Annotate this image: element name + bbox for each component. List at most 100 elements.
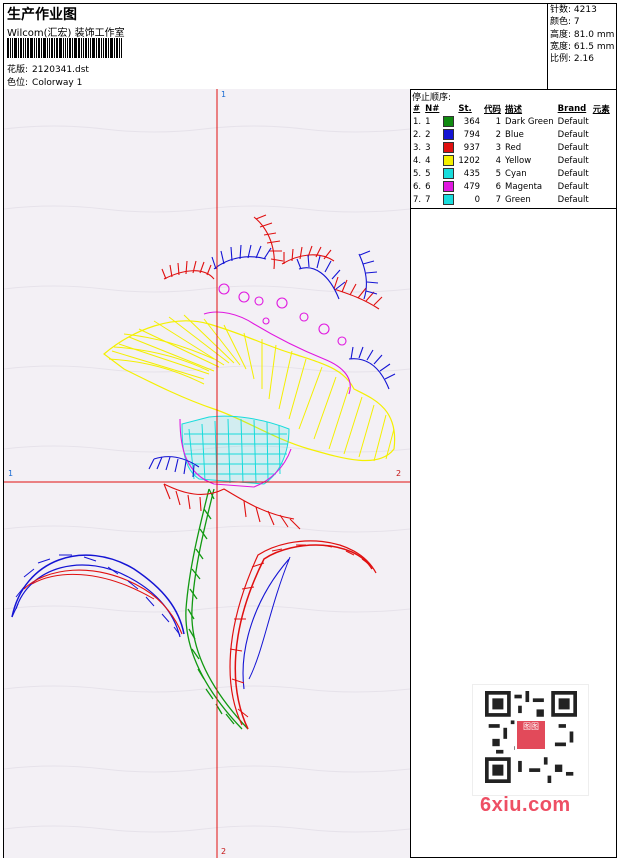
header: 生产作业图 Wilcom(汇宏) 装饰工作室 花版: 2120341.dst 色位… xyxy=(4,4,616,90)
axis-left-label: 1 xyxy=(8,469,14,478)
stat-colors: 颜色: 7 xyxy=(550,17,580,28)
row-index: 3. xyxy=(413,142,422,153)
row-stitches: 435 xyxy=(463,168,481,179)
row-brand: Default xyxy=(557,194,589,205)
qr-code-area[interactable]: 图图 xyxy=(472,684,589,796)
cyan-center xyxy=(181,415,290,485)
stat-height: 高度: 81.0 mm xyxy=(550,29,615,40)
row-needle: 4 xyxy=(425,155,431,166)
row-needle: 6 xyxy=(425,181,431,192)
row-stitches: 937 xyxy=(463,142,481,153)
row-code: 4 xyxy=(495,155,502,166)
color-swatch xyxy=(443,155,455,166)
color-table-header: # N# St. 代码 描述 Brand 元素 xyxy=(411,102,612,115)
color-row[interactable]: 3. 3 937 3 Red Default xyxy=(411,141,612,154)
color-row[interactable]: 6. 6 479 6 Magenta Default xyxy=(411,180,612,193)
row-description: Dark Green xyxy=(505,116,554,127)
row-needle: 2 xyxy=(425,129,431,140)
row-swatch xyxy=(441,193,456,206)
axis-top-label: 1 xyxy=(221,90,227,99)
row-brand: Default xyxy=(557,129,589,140)
pattern-label: 花版: xyxy=(7,65,29,75)
qr-logo-badge: 图图 xyxy=(515,719,547,751)
row-swatch xyxy=(441,180,456,193)
row-index: 1. xyxy=(413,116,422,127)
color-swatch xyxy=(443,142,455,153)
color-rows: 1. 1 364 1 Dark Green Default 2. 2 794 2 Blue Defau… xyxy=(411,115,612,206)
row-code: 3 xyxy=(495,142,502,153)
col-element: 元素 xyxy=(592,104,610,115)
col-desc: 描述 xyxy=(505,104,523,115)
colorway-label: 色位: xyxy=(7,78,29,88)
row-element xyxy=(591,141,612,154)
row-needle: 7 xyxy=(425,194,431,205)
colorway-value: Colorway 1 xyxy=(32,78,83,88)
color-swatch xyxy=(443,194,455,205)
color-row[interactable]: 7. 7 0 7 Green Default xyxy=(411,193,612,206)
row-stitches: 1202 xyxy=(458,155,481,166)
row-element xyxy=(591,154,612,167)
row-code: 7 xyxy=(495,194,502,205)
barcode xyxy=(7,38,142,58)
color-swatch xyxy=(443,168,455,179)
stat-width: 宽度: 61.5 mm xyxy=(550,41,615,52)
row-code: 5 xyxy=(495,168,502,179)
row-element xyxy=(591,167,612,180)
row-stitches: 0 xyxy=(474,194,481,205)
header-info: 生产作业图 Wilcom(汇宏) 装饰工作室 花版: 2120341.dst 色位… xyxy=(4,4,544,89)
row-element xyxy=(591,128,612,141)
row-stitches: 364 xyxy=(463,116,481,127)
row-code: 6 xyxy=(495,181,502,192)
row-index: 5. xyxy=(413,168,422,179)
row-needle: 5 xyxy=(425,168,431,179)
row-brand: Default xyxy=(557,116,589,127)
row-swatch xyxy=(441,115,456,128)
color-row[interactable]: 1. 1 364 1 Dark Green Default xyxy=(411,115,612,128)
row-swatch xyxy=(441,128,456,141)
row-element xyxy=(591,115,612,128)
row-brand: Default xyxy=(557,142,589,153)
row-element xyxy=(591,180,612,193)
col-swatch xyxy=(441,102,456,115)
col-hash: # xyxy=(413,103,421,114)
company-name: Wilcom(汇宏) 装饰工作室 xyxy=(7,28,125,39)
color-row[interactable]: 5. 5 435 5 Cyan Default xyxy=(411,167,612,180)
row-description: Blue xyxy=(505,129,524,140)
row-brand: Default xyxy=(557,181,589,192)
row-index: 6. xyxy=(413,181,422,192)
design-canvas[interactable]: 1 2 1 2 xyxy=(4,89,411,858)
color-row[interactable]: 4. 4 1202 4 Yellow Default xyxy=(411,154,612,167)
page-title: 生产作业图 xyxy=(7,7,77,23)
col-st: St. xyxy=(458,103,472,114)
row-stitches: 794 xyxy=(463,129,481,140)
row-index: 4. xyxy=(413,155,422,166)
row-description: Magenta xyxy=(505,181,543,192)
panel-divider xyxy=(410,208,616,209)
row-description: Red xyxy=(505,142,522,153)
production-sheet: 生产作业图 Wilcom(汇宏) 装饰工作室 花版: 2120341.dst 色位… xyxy=(3,3,617,858)
col-n: N# xyxy=(425,103,440,114)
row-needle: 3 xyxy=(425,142,431,153)
row-brand: Default xyxy=(557,168,589,179)
watermark-logo: 6xiu.com xyxy=(480,794,571,816)
color-table: # N# St. 代码 描述 Brand 元素 1. 1 364 1 Dark Gree… xyxy=(411,102,612,206)
row-description: Green xyxy=(505,194,531,205)
stats-panel: 针数: 4213 颜色: 7 高度: 81.0 mm 宽度: 61.5 mm 比… xyxy=(547,4,620,89)
row-swatch xyxy=(441,167,456,180)
color-row[interactable]: 2. 2 794 2 Blue Default xyxy=(411,128,612,141)
row-stitches: 479 xyxy=(463,181,481,192)
col-brand: Brand xyxy=(557,103,587,114)
row-description: Cyan xyxy=(505,168,527,179)
pattern-value: 2120341.dst xyxy=(32,65,89,75)
row-code: 1 xyxy=(495,116,502,127)
row-code: 2 xyxy=(495,129,502,140)
row-index: 2. xyxy=(413,129,422,140)
color-swatch xyxy=(443,129,455,140)
row-index: 7. xyxy=(413,194,422,205)
axis-bottom-label: 2 xyxy=(221,847,227,856)
stat-scale: 比例: 2.16 xyxy=(550,54,594,65)
pattern-line: 花版: 2120341.dst xyxy=(7,62,89,75)
row-swatch xyxy=(441,141,456,154)
embroidery-design xyxy=(4,89,410,858)
color-swatch xyxy=(443,181,455,192)
